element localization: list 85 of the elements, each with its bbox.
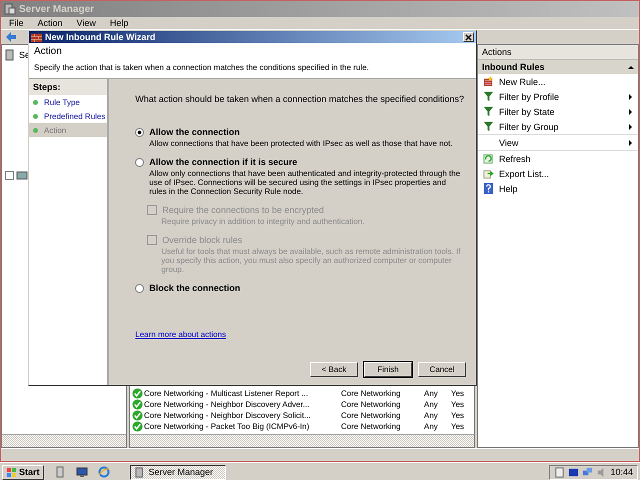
- table-cell-text: Any: [424, 422, 439, 431]
- filter-icon: [483, 91, 494, 102]
- table-cell-text: Core Networking: [341, 411, 402, 420]
- steps-heading: Steps:: [29, 79, 108, 95]
- menu-item[interactable]: View: [76, 18, 96, 28]
- pane-title: Actions: [482, 47, 512, 57]
- wizard-step[interactable]: Predefined Rules: [29, 109, 108, 123]
- filter-icon: [483, 106, 494, 117]
- export-icon: [483, 168, 494, 179]
- check-circle-icon: [132, 421, 143, 432]
- table-cell-text: Any: [424, 411, 439, 420]
- action-item[interactable]: Filter by State: [499, 106, 624, 116]
- server-icon: [134, 466, 146, 478]
- menu-item[interactable]: File: [9, 18, 24, 28]
- page-subtitle: Specify the action that is taken when a connection matches the conditions specified in the rule.: [34, 63, 370, 72]
- section-header[interactable]: Inbound Rules: [478, 60, 638, 74]
- taskbar-button[interactable]: Server Manager: [130, 464, 226, 480]
- table-cell-text: Core Networking - Packet Too Big (ICMPv6-In): [144, 422, 310, 431]
- horizontal-scrollbar[interactable]: [2, 434, 126, 447]
- page-title: Action: [34, 46, 63, 57]
- table-cell-text: Core Networking: [341, 400, 402, 409]
- option-label: Block the connection: [149, 283, 240, 293]
- option-label: Allow the connection if it is secure: [149, 157, 298, 167]
- refresh-icon: [483, 153, 494, 164]
- wizard-step[interactable]: Rule Type: [29, 95, 108, 109]
- back-arrow-icon[interactable]: [5, 31, 17, 43]
- question-text: What action should be taken when a connection matches the specified conditions?: [135, 94, 464, 104]
- dialog-title: New Inbound Rule Wizard: [45, 32, 156, 42]
- table-cell-text: Yes: [451, 400, 466, 409]
- horizontal-scrollbar[interactable]: [130, 434, 474, 447]
- option-description: Useful for tools that must always be available, such as remote administration tools. If you specify this action, you must also specify an authorized computer or computer group.: [160, 247, 462, 274]
- action-item[interactable]: New Rule...: [499, 76, 632, 86]
- menu-item[interactable]: Action: [38, 18, 63, 28]
- table-cell-text: Core Networking - Multicast Listener Report ...: [144, 389, 310, 398]
- start-button[interactable]: Start: [2, 464, 44, 480]
- filter-icon: [483, 121, 494, 132]
- expand-icon[interactable]: [5, 170, 14, 180]
- table-cell-text: Any: [424, 400, 439, 409]
- option-label: Require the connections to be encrypted: [162, 205, 324, 215]
- dialog-button[interactable]: < Back: [310, 362, 358, 377]
- help-icon: [483, 183, 494, 194]
- server-icon[interactable]: [54, 466, 66, 478]
- table-cell-text: Any: [424, 389, 439, 398]
- table-cell-text: Core Networking: [341, 389, 402, 398]
- action-item[interactable]: Refresh: [499, 154, 632, 164]
- collapse-icon[interactable]: [628, 66, 634, 68]
- action-item[interactable]: Export List...: [499, 168, 632, 178]
- table-cell-text: Yes: [451, 422, 466, 431]
- dialog-button[interactable]: Cancel: [418, 362, 466, 377]
- folder-icon: [16, 169, 28, 181]
- check-circle-icon: [132, 388, 143, 399]
- menu-item[interactable]: Help: [110, 18, 128, 28]
- monitor-icon[interactable]: [76, 466, 88, 478]
- radio-button[interactable]: [135, 284, 144, 292]
- option-description: Allow connections that have been protected with IPsec as well as those that have not.: [148, 139, 454, 148]
- clock: 10:44: [610, 467, 633, 477]
- document-icon[interactable]: [554, 466, 566, 478]
- table-cell-text: Yes: [451, 389, 466, 398]
- action-item[interactable]: Filter by Profile: [499, 92, 624, 102]
- table-cell-text: Core Networking: [341, 422, 402, 431]
- windows-logo-icon: [6, 466, 17, 478]
- server-icon: [4, 3, 16, 15]
- dialog-button[interactable]: Finish: [364, 362, 412, 377]
- section-title: Inbound Rules: [482, 62, 544, 72]
- table-cell-text: Core Networking - Neighbor Discovery Solicit...: [144, 411, 312, 420]
- monitor-icon[interactable]: [568, 466, 580, 478]
- action-item[interactable]: View: [499, 138, 624, 148]
- network-icon[interactable]: [582, 466, 594, 478]
- option-description: Require privacy in addition to integrity and authentication.: [160, 217, 366, 226]
- check-circle-icon: [132, 410, 143, 421]
- radio-button[interactable]: [135, 158, 144, 166]
- browser-icon[interactable]: [98, 466, 110, 478]
- table-cell-text: Yes: [451, 411, 466, 420]
- close-button[interactable]: [463, 32, 474, 42]
- option-description: Allow only connections that have been authenticated and integrity-protected through the use of IPsec. Connections will be secured using the settings in IPsec properties and rules in the Connection Security Rule node.: [148, 169, 462, 196]
- option-label: Allow the connection: [149, 127, 240, 137]
- window-title: Server Manager: [19, 4, 94, 14]
- option-label: Override block rules: [162, 235, 242, 245]
- radio-button[interactable]: [135, 128, 144, 136]
- brick-wall-icon: [31, 32, 42, 42]
- learn-more-link[interactable]: Learn more about actions: [135, 330, 226, 339]
- check-circle-icon: [132, 399, 143, 410]
- action-item[interactable]: Help: [499, 184, 632, 194]
- table-cell-text: Core Networking - Neighbor Discovery Adver...: [144, 400, 310, 409]
- action-item[interactable]: Filter by Group: [499, 122, 624, 132]
